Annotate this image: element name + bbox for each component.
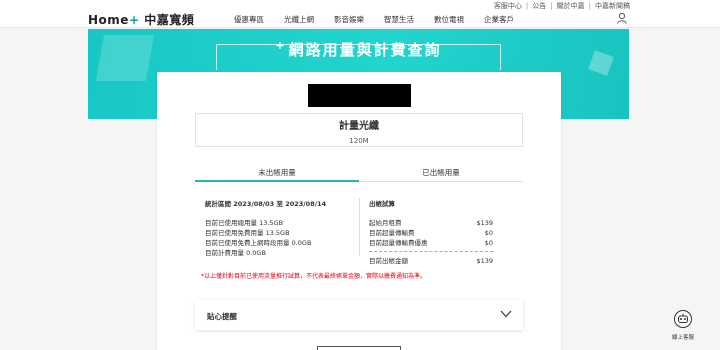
nav-item-enterprise[interactable]: 企業客戶 bbox=[474, 14, 524, 25]
bill-row: 目前超量傳輸費優惠 $0 bbox=[369, 238, 493, 248]
bill-row: 目前超量傳輸費 $0 bbox=[369, 228, 493, 238]
page-title-text: 網路用量與計費查詢 bbox=[288, 41, 442, 59]
about-link[interactable]: 關於中嘉 bbox=[557, 1, 585, 11]
bill-row-label: 目前超量傳輸費 bbox=[369, 229, 415, 237]
statistics-period: 統計區間 2023/08/03 至 2023/08/14 bbox=[205, 200, 327, 208]
title-plus-mark: + bbox=[275, 39, 287, 52]
free-period-usage: 目前已使用免費上網時段用量 0.0GB bbox=[205, 239, 312, 247]
plan-speed: 120M bbox=[349, 137, 369, 145]
chevron-down-icon bbox=[500, 310, 512, 318]
redacted-account-box bbox=[308, 84, 411, 107]
utility-links: 客服中心 | 公告 | 關於中嘉 | 中嘉新聞稿 bbox=[494, 1, 630, 11]
main-nav: 優惠專區 光纖上網 影音娛樂 智慧生活 數位電視 企業客戶 bbox=[224, 14, 524, 25]
chatbot-icon bbox=[674, 310, 692, 328]
bottom-button[interactable] bbox=[317, 346, 401, 350]
bill-divider bbox=[369, 251, 493, 252]
plan-panel: 計量光纖 120M bbox=[195, 113, 523, 147]
billable-usage: 目前計費用量 0.0GB bbox=[205, 249, 266, 257]
brand-logo[interactable]: Home+ 中嘉寬頻 bbox=[88, 11, 194, 28]
online-support-button[interactable]: 線上客服 bbox=[668, 309, 698, 341]
separator: | bbox=[588, 2, 591, 10]
nav-item-fiber[interactable]: 光纖上網 bbox=[274, 14, 324, 25]
news-link[interactable]: 中嘉新聞稿 bbox=[595, 1, 630, 11]
bill-total-label: 目前出帳金額 bbox=[369, 257, 408, 265]
reminder-label: 貼心提醒 bbox=[207, 312, 237, 321]
page-title: + 網路用量與計費查詢 bbox=[88, 39, 629, 60]
bill-row-label: 目前超量傳輸費優惠 bbox=[369, 239, 428, 247]
nav-item-digital-tv[interactable]: 數位電視 bbox=[424, 14, 474, 25]
user-icon[interactable] bbox=[616, 12, 628, 24]
bill-row-label: 起始月租費 bbox=[369, 219, 402, 227]
total-usage: 目前已使用總用量 13.5GB bbox=[205, 219, 284, 227]
support-label: 線上客服 bbox=[671, 335, 694, 341]
nav-item-entertainment[interactable]: 影音娛樂 bbox=[324, 14, 374, 25]
usage-card: 計量光纖 120M 未出帳用量 已出帳用量 統計區間 2023/08/03 至 … bbox=[157, 72, 561, 350]
reminder-accordion[interactable]: 貼心提醒 bbox=[195, 300, 523, 330]
free-usage: 目前已使用免費用量 13.5GB bbox=[205, 229, 290, 237]
top-header: 客服中心 | 公告 | 關於中嘉 | 中嘉新聞稿 Home+ 中嘉寬頻 優惠專區… bbox=[0, 0, 720, 28]
separator: | bbox=[550, 2, 553, 10]
announcement-link[interactable]: 公告 bbox=[532, 1, 546, 11]
usage-statistics: 統計區間 2023/08/03 至 2023/08/14 目前已使用總用量 13… bbox=[205, 198, 326, 258]
plan-name: 計量光纖 bbox=[339, 121, 379, 132]
logo-brand: Home bbox=[88, 13, 129, 27]
disclaimer-text: *以上僅針對目前已使用流量推行試算，不代表最終帳單金額，實際以繳費通知為準。 bbox=[201, 273, 427, 280]
usage-tabs: 未出帳用量 已出帳用量 bbox=[195, 164, 523, 182]
bill-estimate-title: 出帳試算 bbox=[369, 200, 395, 208]
nav-item-promotions[interactable]: 優惠專區 bbox=[224, 14, 274, 25]
bill-row: 起始月租費 $139 bbox=[369, 218, 493, 228]
bill-row-value: $0 bbox=[484, 229, 493, 237]
bill-estimate: 出帳試算 起始月租費 $139 目前超量傳輸費 $0 目前超量傳輸費優惠 $0 … bbox=[369, 198, 493, 266]
divider bbox=[359, 198, 360, 256]
customer-service-link[interactable]: 客服中心 bbox=[494, 1, 522, 11]
logo-plus: + bbox=[128, 13, 140, 27]
tab-unbilled-usage[interactable]: 未出帳用量 bbox=[195, 164, 359, 182]
bill-total-value: $139 bbox=[476, 257, 493, 265]
logo-name: 中嘉寬頻 bbox=[144, 13, 195, 27]
bill-total-row: 目前出帳金額 $139 bbox=[369, 256, 493, 266]
nav-item-smart-life[interactable]: 智慧生活 bbox=[374, 14, 424, 25]
tab-billed-usage[interactable]: 已出帳用量 bbox=[359, 164, 523, 182]
separator: | bbox=[525, 2, 529, 10]
bill-row-value: $139 bbox=[476, 219, 493, 227]
bill-row-value: $0 bbox=[484, 239, 493, 247]
